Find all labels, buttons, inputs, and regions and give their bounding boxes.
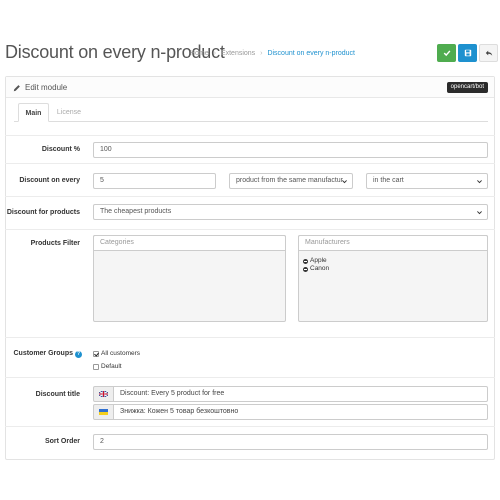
discount-for-select[interactable]: The cheapest products: [93, 204, 488, 220]
panel-heading: Edit module opencart/bot: [6, 77, 494, 98]
tab-license[interactable]: License: [54, 103, 84, 122]
discount-location-select[interactable]: in the cart: [366, 173, 488, 189]
row-divider: [5, 337, 495, 338]
discount-title-uk-group: Знижка: Кожен 5 товар безкоштовно: [93, 404, 488, 420]
checkbox-label: All customers: [101, 350, 141, 357]
tab-bar: Main License: [14, 103, 488, 122]
checkbox-all-customers[interactable]: All customers: [93, 350, 140, 357]
discount-title-uk-input[interactable]: Знижка: Кожен 5 товар безкоштовно: [113, 404, 488, 420]
categories-well: Categories: [93, 235, 286, 322]
discount-title-en-input[interactable]: Discount: Every 5 product for free: [113, 386, 488, 402]
tab-main[interactable]: Main: [18, 103, 49, 122]
sort-order-input[interactable]: 2: [93, 434, 488, 450]
discount-scope-value: product from the same manufactur: [236, 177, 343, 184]
manufacturer-name: Canon: [310, 265, 330, 272]
products-filter-label: Products Filter: [30, 240, 80, 247]
row-divider: [5, 377, 495, 378]
pencil-icon: [13, 84, 20, 91]
uk-flag-icon: [93, 386, 114, 402]
manufacturer-list: Apple Canon: [303, 257, 329, 273]
back-button[interactable]: [479, 44, 498, 62]
list-item: Apple: [303, 257, 329, 265]
chevron-down-icon: [477, 180, 482, 184]
breadcrumb-separator: ›: [260, 50, 263, 57]
save-button[interactable]: [437, 44, 456, 62]
row-divider: [5, 196, 495, 197]
row-divider: [5, 426, 495, 427]
discount-percent-input[interactable]: 100: [93, 142, 488, 158]
discount-location-value: in the cart: [373, 177, 404, 184]
save-and-stay-button[interactable]: [458, 44, 477, 62]
discount-title-label: Discount title: [35, 391, 80, 398]
floppy-icon: [464, 49, 471, 57]
brand-badge: opencart/bot: [446, 82, 488, 93]
manufacturers-well: Manufacturers Apple Canon: [298, 235, 488, 322]
ua-flag-icon: [93, 404, 114, 420]
breadcrumb-current[interactable]: Discount on every n-product: [267, 50, 355, 57]
remove-icon[interactable]: [303, 266, 308, 272]
categories-autocomplete-input[interactable]: Categories: [93, 235, 286, 251]
checkbox-default[interactable]: Default: [93, 363, 122, 370]
panel-title-text: Edit module: [25, 83, 68, 92]
breadcrumb-home[interactable]: Home: [190, 50, 209, 57]
manufacturers-autocomplete-input[interactable]: Manufacturers: [298, 235, 488, 251]
chevron-down-icon: [342, 180, 347, 184]
discount-for-label: Discount for products: [6, 209, 80, 216]
discount-percent-label: Discount %: [41, 146, 80, 153]
breadcrumb-separator: ›: [213, 50, 216, 57]
checkbox-label: Default: [101, 363, 122, 370]
discount-for-value: The cheapest products: [100, 208, 172, 215]
breadcrumb: Home › Extensions › Discount on every n-…: [190, 50, 355, 57]
row-divider: [5, 135, 495, 136]
list-item: Canon: [303, 265, 329, 273]
remove-icon[interactable]: [303, 258, 308, 264]
panel-title: Edit module: [13, 83, 67, 92]
manufacturer-name: Apple: [310, 257, 327, 264]
chevron-down-icon: [477, 211, 482, 215]
customer-groups-label: Customer Groups?: [13, 350, 82, 358]
checkbox-icon[interactable]: [93, 350, 99, 357]
sort-order-label: Sort Order: [44, 438, 80, 445]
row-divider: [5, 229, 495, 230]
discount-title-en-group: Discount: Every 5 product for free: [93, 386, 488, 402]
checkbox-icon[interactable]: [93, 363, 99, 370]
row-divider: [5, 163, 495, 164]
check-icon: [443, 50, 450, 57]
customer-groups-label-text: Customer Groups: [13, 350, 73, 357]
discount-every-input[interactable]: 5: [93, 173, 216, 189]
page: Discount on every n-product Home › Exten…: [0, 0, 500, 500]
page-header: Discount on every n-product Home › Exten…: [0, 38, 500, 72]
breadcrumb-extensions[interactable]: Extensions: [221, 50, 255, 57]
discount-every-label: Discount on every: [19, 177, 80, 184]
reply-icon: [485, 50, 492, 56]
info-icon[interactable]: ?: [75, 351, 82, 358]
discount-scope-select[interactable]: product from the same manufactur: [229, 173, 353, 189]
